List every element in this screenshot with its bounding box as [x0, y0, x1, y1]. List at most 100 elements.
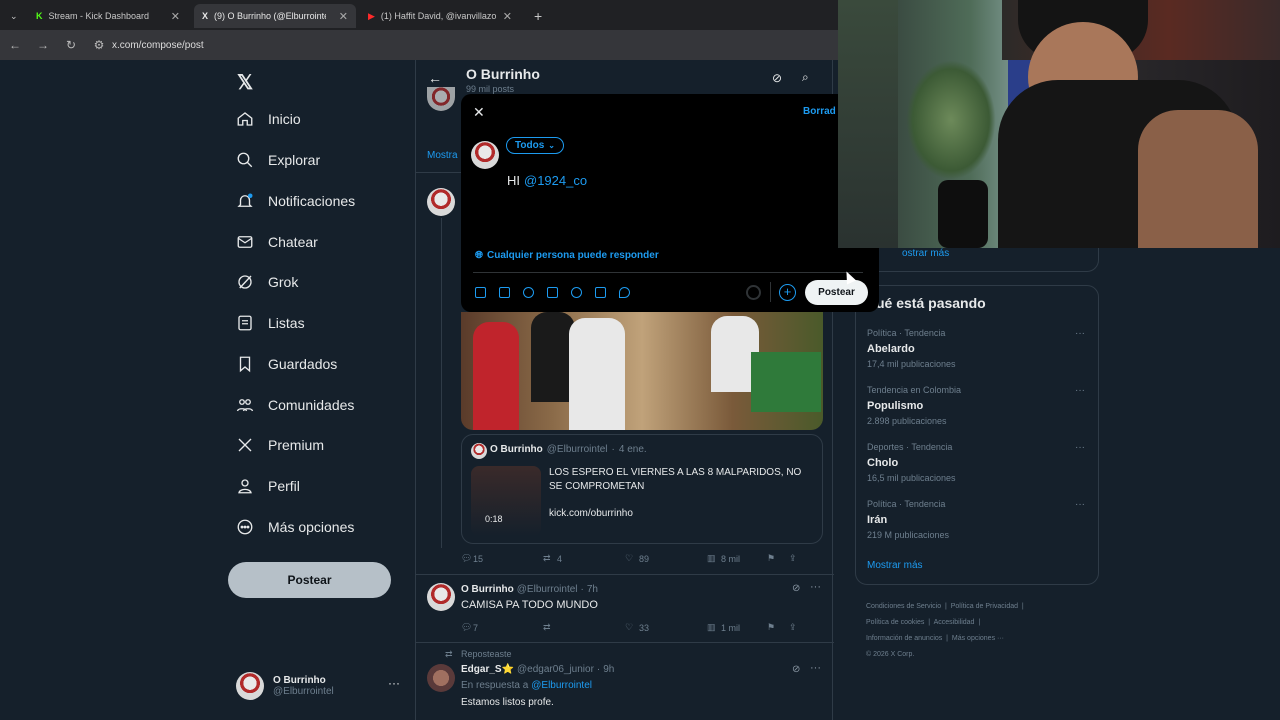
sidebar-item-premium[interactable]: Premium [236, 436, 324, 454]
post-image[interactable] [461, 312, 823, 430]
reply-icon[interactable]: 💬︎ [461, 622, 473, 633]
more-icon[interactable]: ··· [810, 662, 821, 674]
back-icon[interactable]: ← [8, 38, 22, 52]
schedule-icon[interactable] [595, 287, 606, 298]
sidebar-item-comunidades[interactable]: Comunidades [236, 396, 354, 414]
author-name: O Burrinho [461, 584, 514, 595]
share-icon[interactable]: ⇪ [789, 622, 797, 633]
tab-list-button[interactable]: ⌄ [2, 4, 24, 28]
trend-item[interactable]: Política · Tendencia Irán 219 M publicac… [867, 499, 949, 540]
share-icon[interactable]: ⇪ [789, 553, 797, 564]
separator: · [596, 664, 601, 675]
sidebar-item-chatear[interactable]: Chatear [236, 233, 318, 251]
repost-icon[interactable]: ⇄ [543, 553, 557, 564]
more-icon[interactable]: ··· [1075, 385, 1085, 396]
sidebar-item-inicio[interactable]: Inicio [236, 110, 301, 128]
more-icon[interactable]: ··· [810, 581, 821, 593]
sidebar-item-guardados[interactable]: Guardados [236, 355, 337, 373]
avatar [471, 443, 487, 459]
like-icon[interactable]: ♡ [625, 553, 639, 564]
footer-link[interactable]: Política de Privacidad [951, 603, 1018, 610]
views-icon[interactable]: ▥ [707, 622, 721, 633]
sidebar-item-mas-opciones[interactable]: Más opciones [236, 518, 354, 536]
avatar [236, 672, 264, 700]
views-icon[interactable]: ▥ [707, 553, 721, 564]
quoted-post[interactable]: O Burrinho @Elburrointel · 4 ene. 0:18 L… [461, 434, 823, 544]
gif-icon[interactable] [499, 287, 510, 298]
views-count: 8 mil [721, 553, 741, 564]
footer-link[interactable]: Accesibilidad [934, 619, 975, 626]
reply-settings[interactable]: 🌐︎ Cualquier persona puede responder [475, 250, 659, 261]
sidebar-item-label: Más opciones [268, 519, 355, 535]
sidebar-item-grok[interactable]: Grok [236, 273, 298, 291]
compose-text-area[interactable]: HI @1924_co [507, 173, 587, 188]
trend-item[interactable]: Deportes · Tendencia Cholo 16,5 mil publ… [867, 442, 956, 483]
avatar [427, 664, 455, 692]
location-icon[interactable] [619, 287, 630, 298]
account-switcher[interactable]: O Burrinho @Elburrointel ··· [236, 672, 400, 700]
sidebar-item-perfil[interactable]: Perfil [236, 477, 300, 495]
reply-icon[interactable]: 💬︎ [461, 553, 473, 564]
like-icon[interactable]: ♡ [625, 622, 639, 633]
sidebar-item-listas[interactable]: Listas [236, 314, 305, 332]
author-handle: @edgar06_junior [517, 664, 594, 675]
show-more-link[interactable]: Mostra [427, 150, 458, 161]
repost-icon[interactable]: ⇄ [543, 622, 557, 633]
produce-crate [751, 352, 821, 412]
show-more-link[interactable]: ostrar más [902, 248, 949, 259]
postear-button[interactable]: Postear [805, 280, 868, 305]
close-icon[interactable]: ✕ [339, 10, 348, 23]
bookmark-icon[interactable]: ⚑ [767, 622, 789, 633]
grok-icon[interactable]: ⊘ [772, 71, 782, 85]
grok-icon[interactable]: ⊘ [792, 583, 800, 594]
footer-link[interactable]: Información de anuncios [866, 635, 942, 642]
bookmark-icon[interactable]: ⚑ [767, 553, 789, 564]
grok-icon[interactable] [523, 287, 534, 298]
more-icon[interactable]: ··· [1075, 442, 1085, 453]
new-tab-button[interactable]: + [526, 4, 546, 28]
views-count: 1 mil [721, 622, 741, 633]
post-header: Edgar_S⭐ @edgar06_junior · 9h [461, 664, 614, 675]
reload-icon[interactable]: ↻ [64, 38, 78, 52]
footer-link[interactable]: Más opciones ··· [952, 635, 1004, 642]
footer-link[interactable]: Condiciones de Servicio [866, 603, 941, 610]
browser-tab-x[interactable]: X (9) O Burrinho (@Elburrointel) / ✕ [194, 4, 356, 28]
sidebar-item-label: Explorar [268, 152, 321, 168]
site-info-icon[interactable]: ⚙ [92, 38, 106, 52]
trend-name: Populismo [867, 400, 924, 412]
more-icon[interactable]: ··· [1075, 499, 1085, 510]
video-thumbnail[interactable]: 0:18 [471, 466, 541, 536]
back-arrow-icon[interactable]: ← [428, 70, 442, 86]
drafts-link[interactable]: Borrad [803, 106, 836, 117]
image-icon[interactable] [475, 287, 486, 298]
more-icon[interactable]: ··· [1075, 328, 1085, 339]
close-icon[interactable]: ✕ [473, 104, 485, 121]
author-handle: @Elburrointel [546, 444, 608, 455]
close-icon[interactable]: ✕ [171, 10, 180, 23]
audience-selector[interactable]: Todos ⌄ [506, 137, 564, 154]
browser-tab-kick[interactable]: K Stream - Kick Dashboard ✕ [28, 4, 188, 28]
more-icon[interactable]: ··· [388, 676, 400, 690]
sidebar-item-explorar[interactable]: Explorar [236, 151, 320, 169]
forward-icon[interactable]: → [36, 38, 50, 52]
emoji-icon[interactable] [571, 287, 582, 298]
trend-item[interactable]: Política · Tendencia Abelardo 17,4 mil p… [867, 328, 956, 369]
post-text: CAMISA PA TODO MUNDO [461, 599, 598, 611]
trend-name: Irán [867, 514, 888, 526]
poll-icon[interactable] [547, 287, 558, 298]
close-icon[interactable]: ✕ [503, 10, 512, 23]
post-button[interactable]: Postear [228, 562, 391, 598]
like-count: 33 [639, 622, 650, 633]
reply-to-link[interactable]: @Elburrointel [531, 680, 592, 691]
add-post-icon[interactable]: + [779, 284, 796, 301]
grok-icon[interactable]: ⊘ [792, 664, 800, 675]
footer-link[interactable]: Política de cookies [866, 619, 924, 626]
sidebar-item-notificaciones[interactable]: Notificaciones [236, 192, 355, 210]
x-logo-icon[interactable]: 𝕏 [237, 70, 253, 95]
quoted-post-link[interactable]: kick.com/oburrinho [549, 508, 633, 519]
search-icon[interactable]: ⌕ [802, 70, 809, 85]
trend-item[interactable]: Tendencia en Colombia Populismo 2.898 pu… [867, 385, 961, 426]
url-field[interactable]: x.com/compose/post [112, 40, 204, 51]
show-more-link[interactable]: Mostrar más [867, 560, 923, 571]
browser-tab-youtube[interactable]: ▶ (1) Haffit David, @ivanvillazonc ✕ [360, 4, 520, 28]
